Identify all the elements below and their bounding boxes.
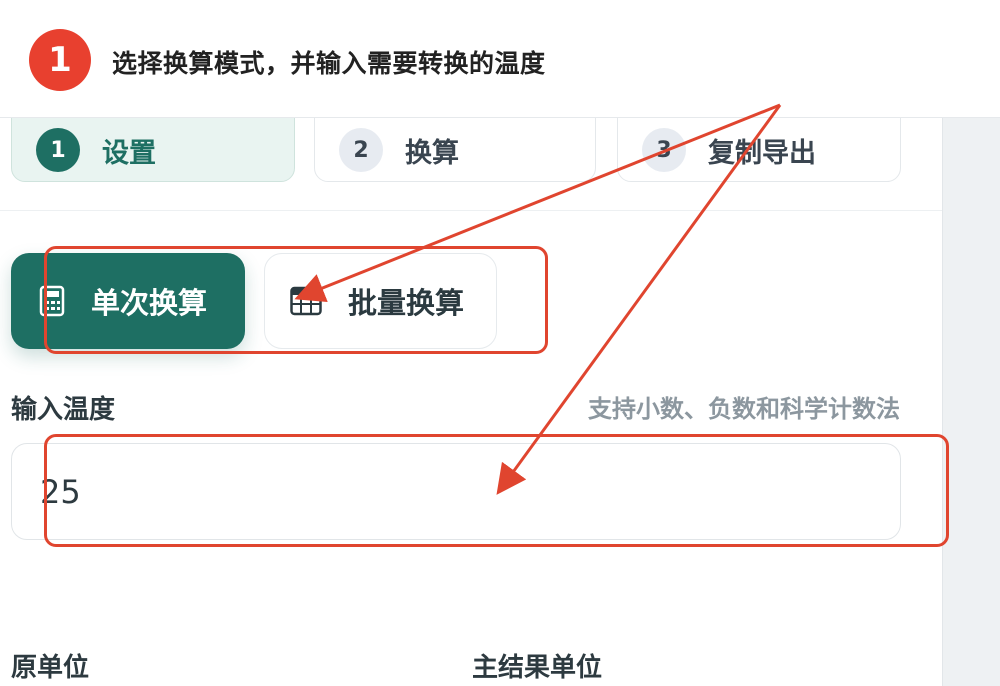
tutorial-instruction: 选择换算模式，并输入需要转换的温度 — [112, 49, 546, 78]
step-label: 换算 — [405, 137, 459, 169]
source-unit-label: 原单位 — [11, 653, 90, 683]
step-label: 复制导出 — [708, 137, 816, 169]
section-divider — [0, 210, 942, 211]
step-number-badge: 1 — [36, 128, 80, 172]
step-label: 设置 — [102, 137, 156, 169]
mode-highlight-box — [44, 246, 548, 354]
step-number-badge: 2 — [339, 128, 383, 172]
right-side-panel — [942, 117, 1000, 686]
tutorial-banner: 1 选择换算模式，并输入需要转换的温度 — [0, 0, 1000, 118]
step-number-badge: 3 — [642, 128, 686, 172]
input-hint: 支持小数、负数和科学计数法 — [588, 395, 900, 423]
tutorial-step-badge: 1 — [29, 29, 91, 91]
input-temperature-label: 输入温度 — [11, 395, 116, 425]
input-highlight-box — [44, 434, 949, 547]
target-unit-label: 主结果单位 — [472, 653, 603, 683]
